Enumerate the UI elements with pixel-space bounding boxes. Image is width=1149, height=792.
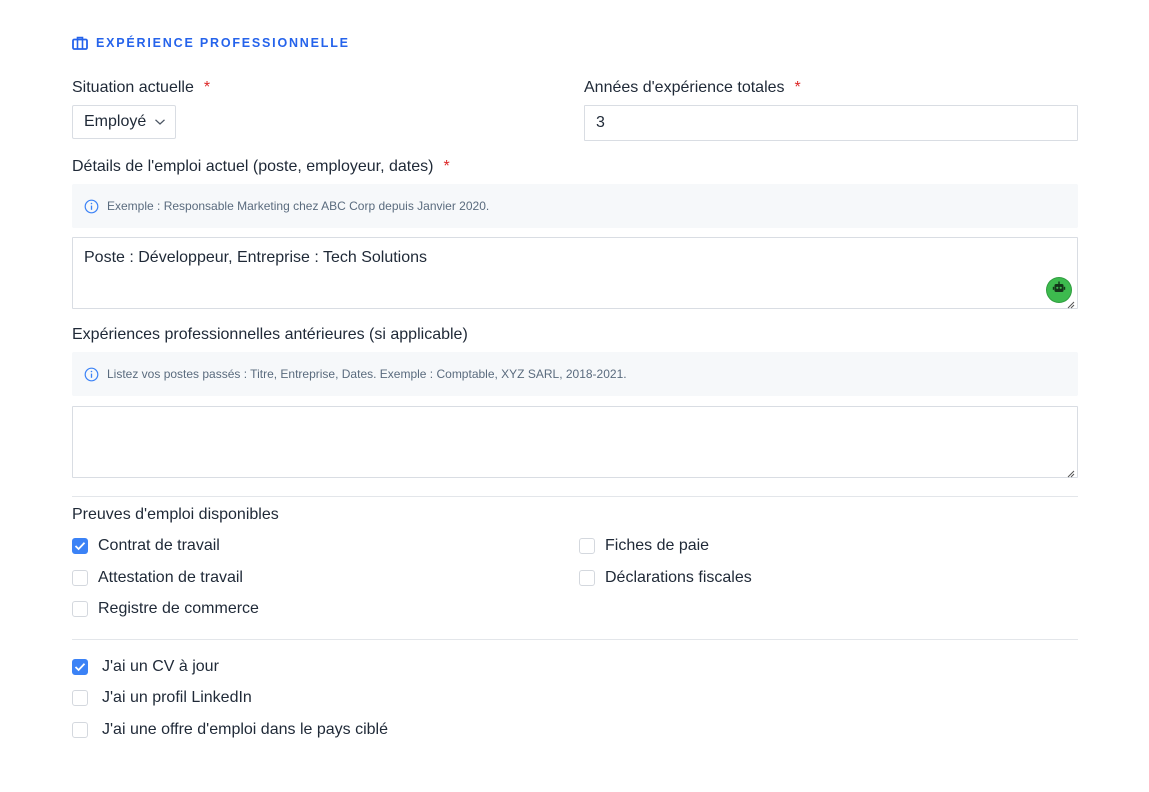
current-job-hint: Exemple : Responsable Marketing chez ABC… [72,184,1078,228]
extra-checkbox-cv[interactable]: J'ai un CV à jour [72,658,219,676]
years-input[interactable] [584,105,1078,141]
years-label: Années d'expérience totales * [584,79,801,97]
checkbox-box[interactable] [72,601,88,617]
situation-label: Situation actuelle * [72,79,210,97]
previous-jobs-hint-text: Listez vos postes passés : Titre, Entrep… [107,367,627,381]
checkbox-label: J'ai un profil LinkedIn [102,689,252,706]
extra-checkbox-linkedin[interactable]: J'ai un profil LinkedIn [72,689,252,707]
proofs-label: Preuves d'emploi disponibles [72,506,279,523]
proof-checkbox-attestation[interactable]: Attestation de travail [72,569,243,587]
checkbox-box[interactable] [72,722,88,738]
resize-handle-icon[interactable] [1065,465,1075,478]
current-job-textarea[interactable] [72,237,1078,309]
checkbox-label: J'ai un CV à jour [102,658,219,675]
checkbox-box[interactable] [72,690,88,706]
proof-checkbox-declarations[interactable]: Déclarations fiscales [579,569,752,587]
checkbox-label: Fiches de paie [605,537,710,554]
required-asterisk: * [794,79,801,96]
section-title: EXPÉRIENCE PROFESSIONNELLE [96,36,350,50]
previous-jobs-textarea[interactable] [72,406,1078,478]
divider [72,496,1078,497]
checkbox-box[interactable] [579,570,595,586]
current-job-label: Détails de l'emploi actuel (poste, emplo… [72,158,450,176]
info-icon [84,199,99,214]
robot-icon [1052,281,1066,299]
current-job-hint-text: Exemple : Responsable Marketing chez ABC… [107,199,490,213]
situation-label-text: Situation actuelle [72,79,194,96]
checkbox-label: Déclarations fiscales [605,569,752,586]
checkbox-box[interactable] [72,538,88,554]
years-label-text: Années d'expérience totales [584,79,785,96]
chevron-down-icon [154,118,166,126]
checkbox-box[interactable] [72,659,88,675]
checkbox-label: Contrat de travail [98,537,220,554]
previous-jobs-label: Expériences professionnelles antérieures… [72,326,468,343]
checkbox-box[interactable] [579,538,595,554]
proof-checkbox-contrat[interactable]: Contrat de travail [72,537,220,555]
extra-checkbox-job-offer[interactable]: J'ai une offre d'emploi dans le pays cib… [72,721,388,739]
situation-select-value: Employé [84,113,147,130]
situation-select[interactable]: Employé [72,105,176,139]
checkbox-label: J'ai une offre d'emploi dans le pays cib… [102,721,388,738]
briefcase-icon [72,36,88,50]
proof-checkbox-fiches[interactable]: Fiches de paie [579,537,709,555]
required-asterisk: * [443,158,450,175]
info-icon [84,367,99,382]
checkmark-icon [74,542,86,551]
checkbox-label: Registre de commerce [98,600,259,617]
previous-jobs-hint: Listez vos postes passés : Titre, Entrep… [72,352,1078,396]
checkbox-label: Attestation de travail [98,569,243,586]
proof-checkbox-registre[interactable]: Registre de commerce [72,600,259,618]
checkmark-icon [74,663,86,672]
checkbox-box[interactable] [72,570,88,586]
resize-handle-icon[interactable] [1065,296,1075,309]
divider [72,639,1078,640]
section-header: EXPÉRIENCE PROFESSIONNELLE [72,36,350,50]
current-job-label-text: Détails de l'emploi actuel (poste, emplo… [72,158,434,175]
required-asterisk: * [203,79,211,96]
